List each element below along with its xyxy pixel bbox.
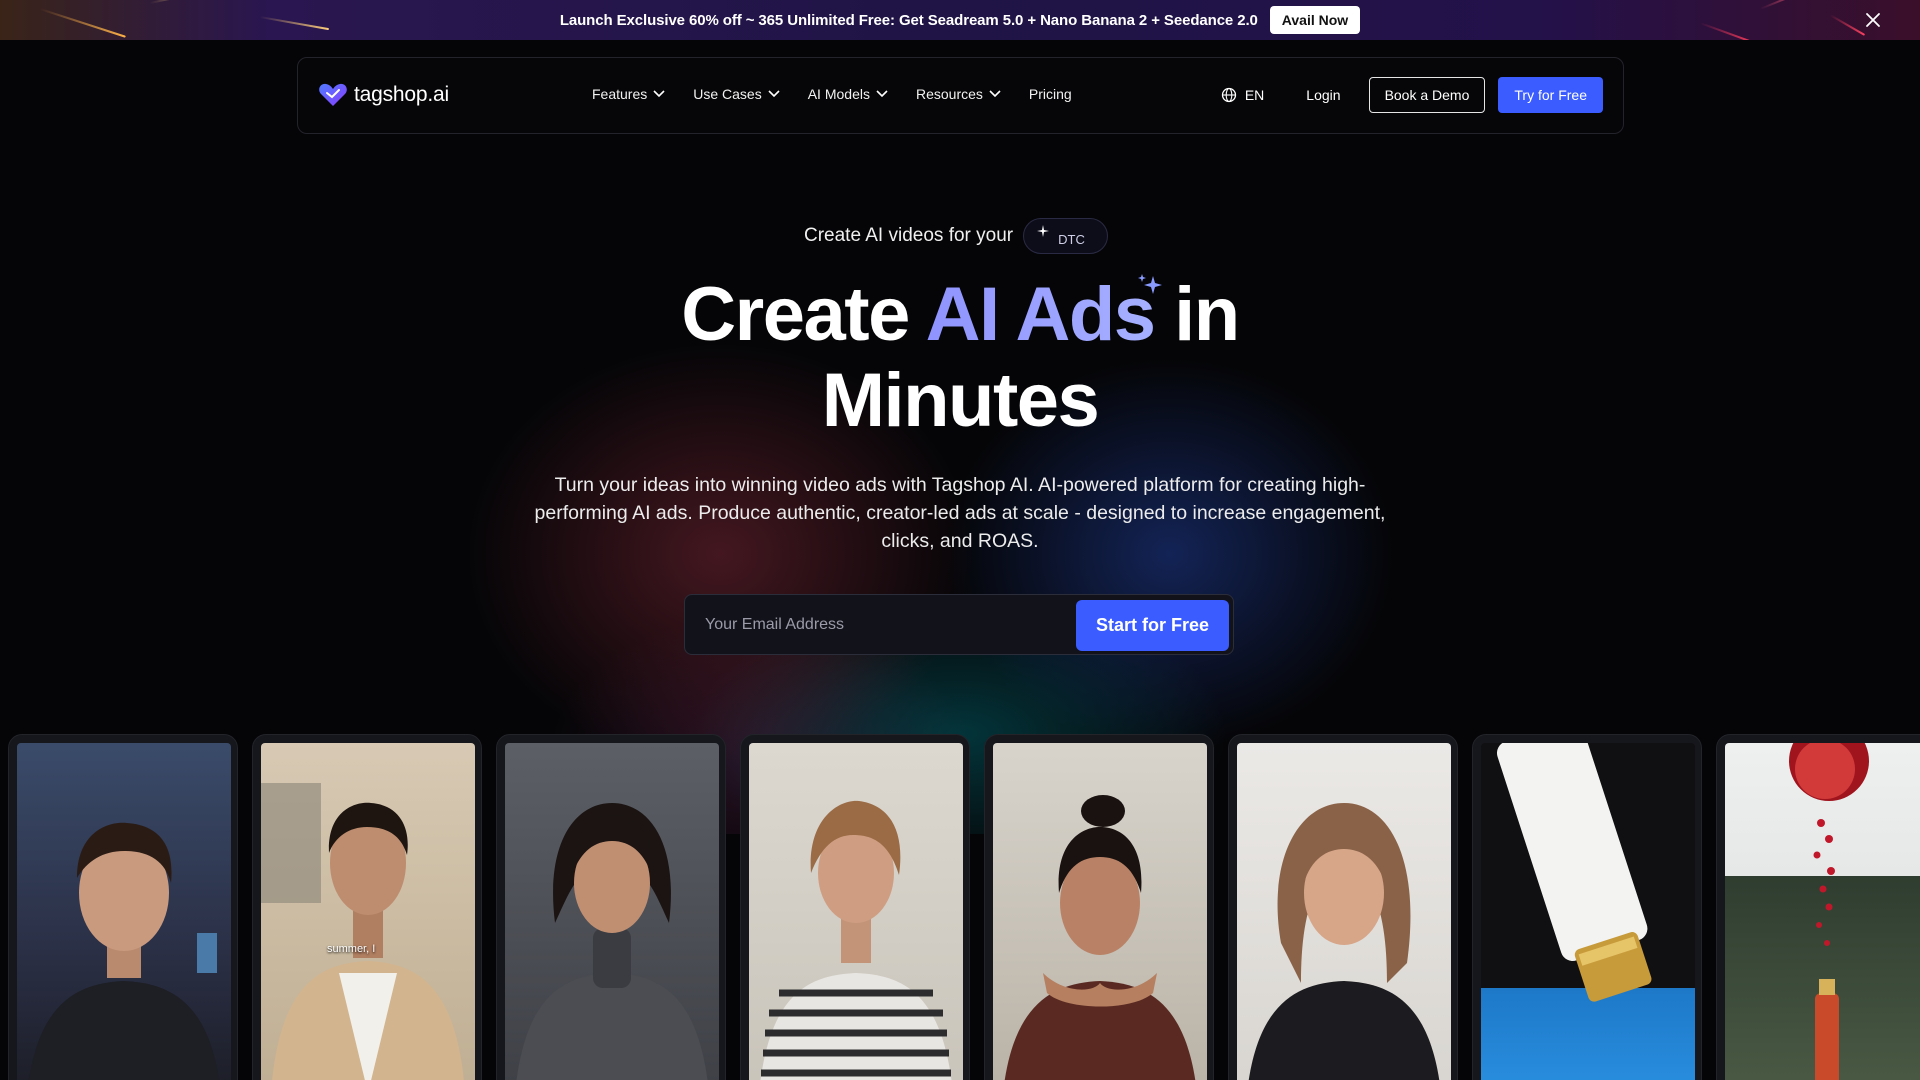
- nav-ai-models[interactable]: AI Models: [808, 86, 888, 102]
- video-caption: summer, I: [327, 943, 376, 955]
- title-accent: AI Ads: [925, 272, 1156, 357]
- video-gallery: summer, I: [8, 734, 1920, 1080]
- nav-resources[interactable]: Resources: [916, 86, 1001, 102]
- video-thumbnail: [1725, 743, 1920, 1080]
- video-card[interactable]: [1716, 734, 1920, 1080]
- creator-image: [261, 783, 464, 1080]
- creator-image: [28, 822, 220, 1080]
- firework-spark: [149, 0, 219, 4]
- video-thumbnail: [749, 743, 963, 1080]
- chevron-down-icon: [989, 90, 1001, 98]
- nav-pricing-label: Pricing: [1028, 86, 1072, 102]
- close-icon[interactable]: [1862, 9, 1884, 31]
- sparkle-icon: [1037, 225, 1050, 237]
- title-text-end: in: [1154, 272, 1240, 357]
- audience-pill: DTC: [1023, 218, 1108, 254]
- nav-features-label: Features: [592, 86, 648, 102]
- promo-text: Launch Exclusive 60% off ~ 365 Unlimited…: [559, 11, 1258, 29]
- heart-logo-icon: [319, 83, 347, 106]
- promo-banner: Launch Exclusive 60% off ~ 365 Unlimited…: [0, 0, 1920, 40]
- creator-image: [1004, 795, 1196, 1080]
- chevron-down-icon: [653, 90, 665, 98]
- video-thumbnail: [1481, 743, 1695, 1080]
- chevron-down-icon: [876, 90, 888, 98]
- video-card[interactable]: summer, I: [252, 734, 482, 1080]
- product-image: [1789, 743, 1869, 1080]
- video-card[interactable]: [740, 734, 970, 1080]
- video-thumbnail: summer, I: [261, 743, 475, 1080]
- hero-kicker-text: Create AI videos for your: [804, 225, 1014, 246]
- product-image: [1496, 743, 1652, 1002]
- nav-ai-models-label: AI Models: [807, 86, 870, 102]
- audience-pill-label: DTC: [1058, 232, 1085, 247]
- nav-resources-label: Resources: [915, 86, 983, 102]
- video-card[interactable]: [1472, 734, 1702, 1080]
- video-thumbnail: [993, 743, 1207, 1080]
- video-card[interactable]: [8, 734, 238, 1080]
- navbar: tagshop.ai Features Use Cases AI Models …: [297, 57, 1624, 134]
- video-thumbnail: [505, 743, 719, 1080]
- hero-title: Create AI Ads in Minutes: [0, 272, 1920, 444]
- try-for-free-button[interactable]: Try for Free: [1498, 77, 1603, 113]
- nav-use-cases-label: Use Cases: [693, 86, 762, 102]
- chevron-down-icon: [768, 90, 780, 98]
- nav-features[interactable]: Features: [592, 86, 665, 102]
- creator-image: [1248, 803, 1440, 1080]
- nav-actions: EN Login Book a Demo Try for Free: [1221, 77, 1603, 113]
- globe-icon: [1221, 87, 1236, 103]
- hero-kicker: Create AI videos for your DTC: [804, 218, 1108, 254]
- book-demo-button[interactable]: Book a Demo: [1368, 77, 1486, 113]
- creator-image: [760, 800, 952, 1080]
- title-line-2: Minutes: [821, 358, 1100, 443]
- video-thumbnail: [1237, 743, 1451, 1080]
- nav-links: Features Use Cases AI Models Resources P…: [592, 86, 1072, 102]
- title-text-start: Create: [681, 272, 926, 357]
- logo-text: tagshop.ai: [354, 83, 449, 106]
- firework-spark: [1699, 22, 1757, 40]
- language-label: EN: [1244, 87, 1265, 103]
- hero-subtitle: Turn your ideas into winning video ads w…: [534, 474, 1386, 552]
- sparkle-icon: [1138, 274, 1162, 294]
- firework-spark: [1759, 0, 1817, 10]
- avail-now-button[interactable]: Avail Now: [1269, 6, 1361, 34]
- email-input[interactable]: [691, 601, 1051, 649]
- start-for-free-button[interactable]: Start for Free: [1076, 600, 1229, 651]
- firework-spark: [39, 8, 126, 38]
- video-card[interactable]: [1228, 734, 1458, 1080]
- creator-image: [516, 803, 708, 1080]
- nav-pricing[interactable]: Pricing: [1029, 86, 1072, 102]
- video-card[interactable]: [984, 734, 1214, 1080]
- firework-spark: [259, 16, 330, 31]
- firework-spark: [1829, 14, 1866, 36]
- login-link[interactable]: Login: [1306, 87, 1340, 103]
- language-selector[interactable]: EN: [1221, 87, 1264, 103]
- video-thumbnail: [17, 743, 231, 1080]
- video-card[interactable]: [496, 734, 726, 1080]
- nav-use-cases[interactable]: Use Cases: [693, 86, 780, 102]
- email-signup-form: Start for Free: [684, 594, 1234, 655]
- logo[interactable]: tagshop.ai: [318, 82, 449, 108]
